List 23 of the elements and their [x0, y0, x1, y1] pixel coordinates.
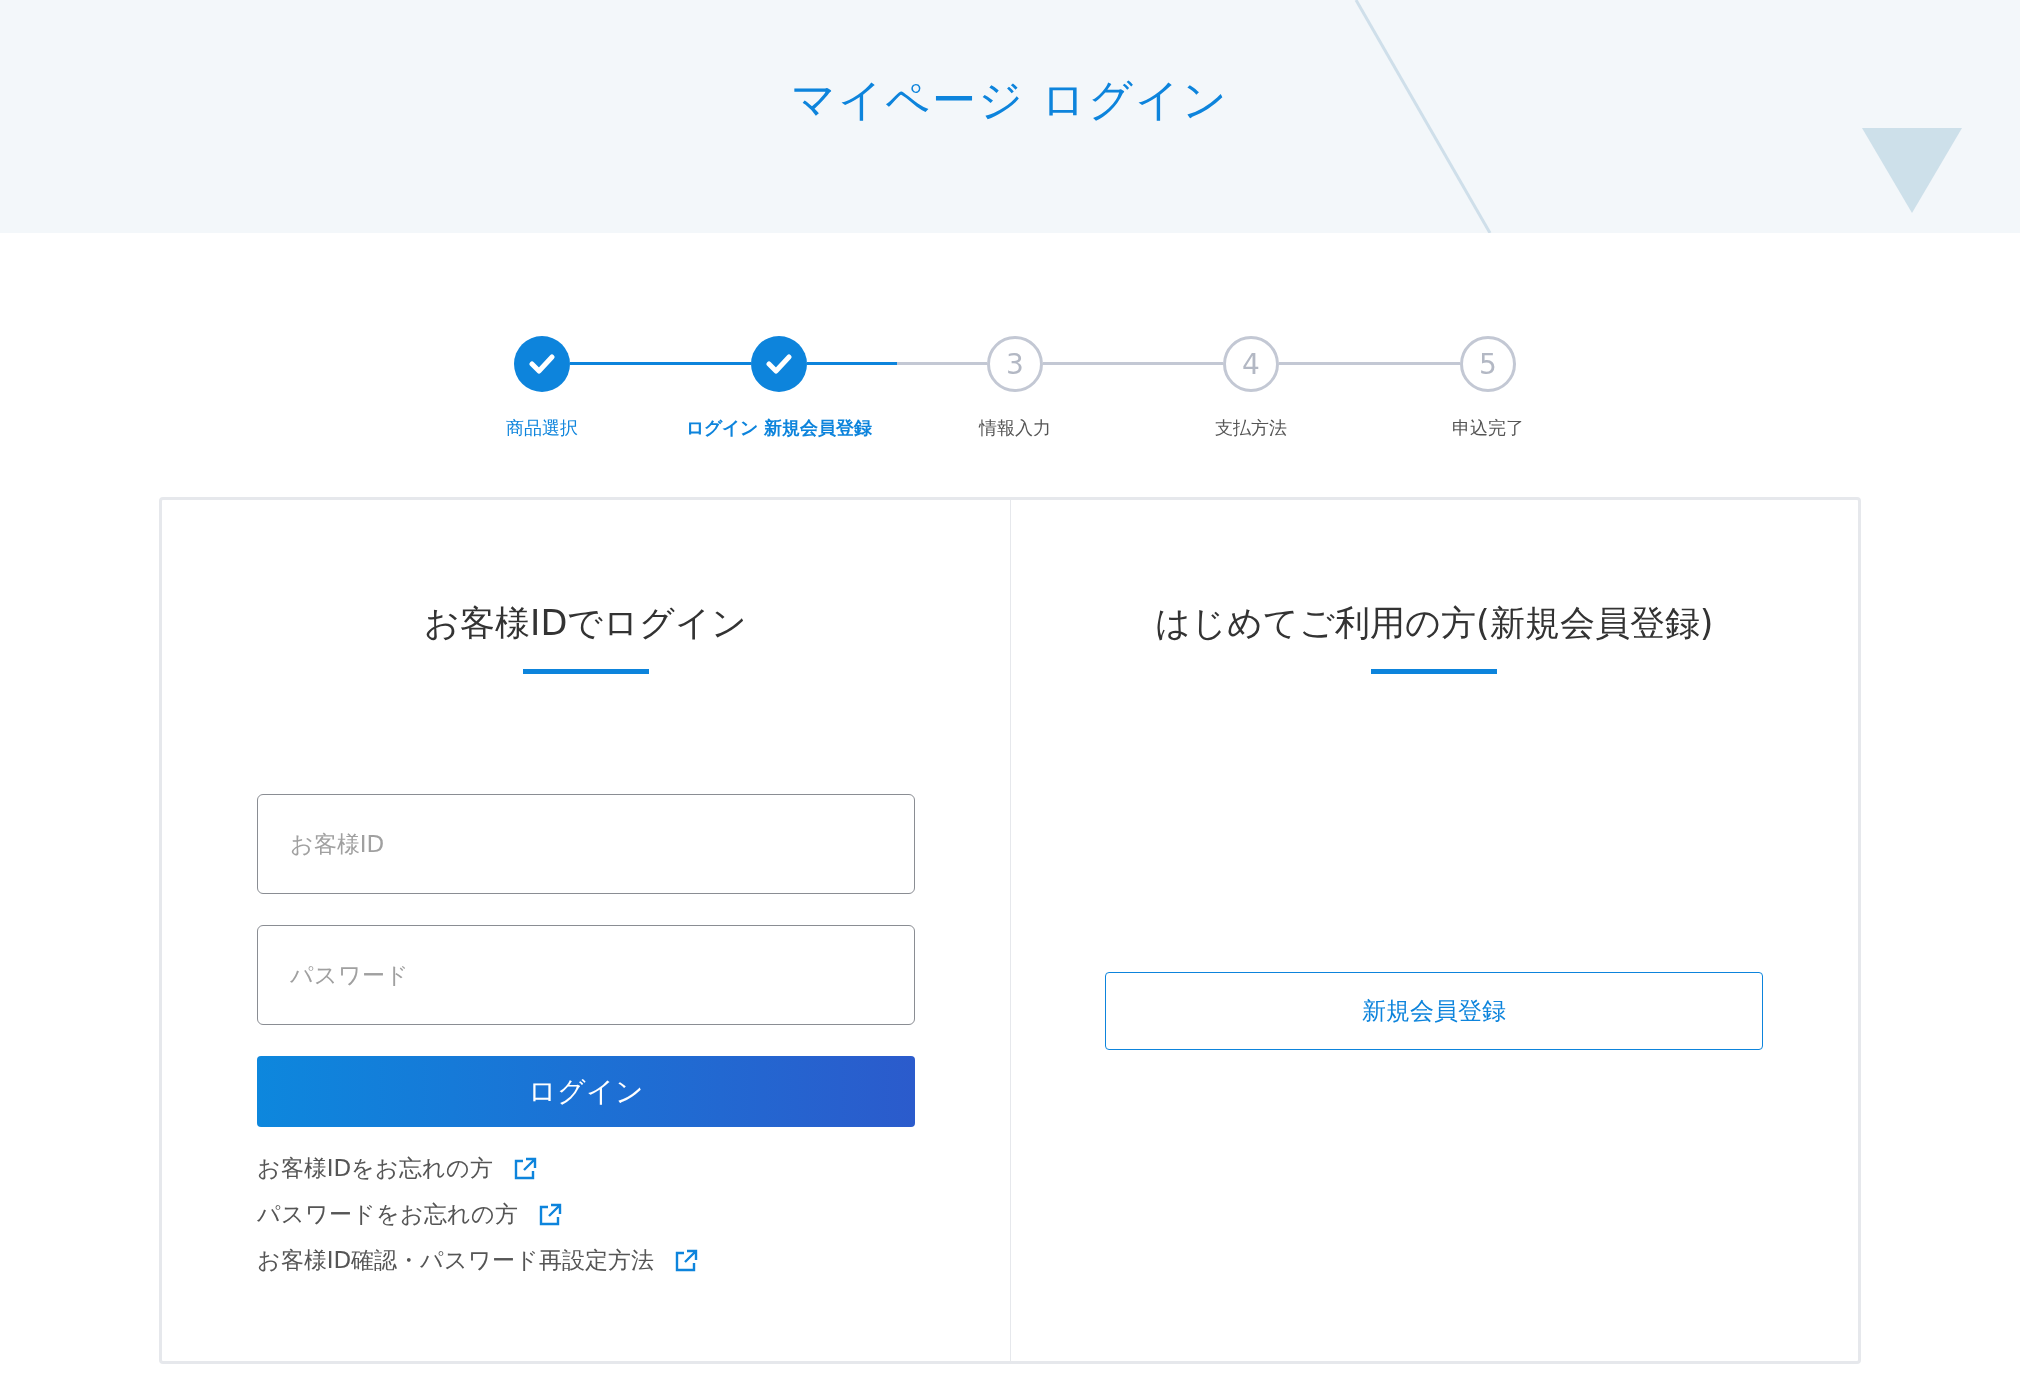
- page-title: マイページ ログイン: [791, 78, 1229, 122]
- step-label: 商品選択: [506, 416, 578, 440]
- check-icon: [529, 353, 555, 375]
- customer-id-field[interactable]: お客様ID: [256, 794, 915, 894]
- step-label: 申込完了: [1452, 416, 1524, 440]
- step-number: 4: [1223, 336, 1279, 392]
- external-link-icon: [537, 1202, 562, 1227]
- check-icon: [766, 353, 792, 375]
- password-field[interactable]: パスワード: [256, 925, 915, 1025]
- step-number: 5: [1460, 336, 1516, 392]
- help-link[interactable]: パスワードをお忘れの方: [256, 1199, 562, 1230]
- login-button[interactable]: ログイン: [256, 1056, 915, 1127]
- help-link[interactable]: お客様ID確認・パスワード再設定方法: [256, 1245, 699, 1276]
- step-label: ログイン 新規会員登録: [685, 416, 873, 440]
- step-label: 支払方法: [1215, 416, 1287, 440]
- section-heading: お客様IDでログイン: [424, 602, 748, 645]
- step-label: 情報入力: [979, 416, 1051, 440]
- external-link-icon: [513, 1156, 538, 1181]
- section-heading: はじめてご利用の方(新規会員登録): [1155, 602, 1714, 645]
- step-number: 3: [987, 336, 1043, 392]
- help-link[interactable]: お客様IDをお忘れの方: [256, 1153, 538, 1184]
- register-button[interactable]: 新規会員登録: [1105, 972, 1764, 1050]
- external-link-icon: [674, 1248, 699, 1273]
